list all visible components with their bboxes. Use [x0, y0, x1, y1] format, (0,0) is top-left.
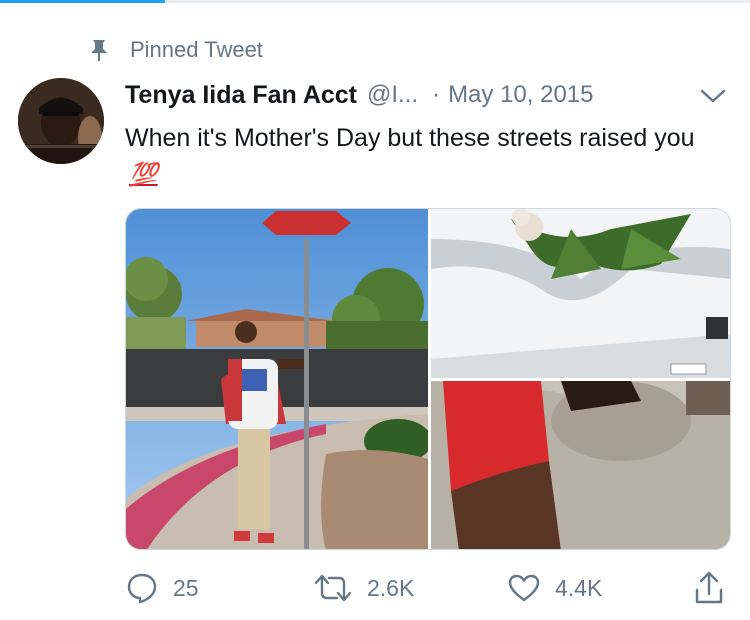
chevron-down-icon[interactable]: [698, 84, 728, 108]
retweet-count: 2.6K: [367, 574, 415, 601]
tweet-header: Tenya Iida Fan Acct @I... · May 10, 2015: [125, 78, 594, 112]
reply-count: 25: [173, 574, 199, 601]
pinned-tweet-label: Pinned Tweet: [130, 37, 263, 62]
active-tab-indicator: [0, 0, 165, 3]
avatar[interactable]: [18, 78, 104, 164]
share-button[interactable]: [693, 566, 725, 610]
separator-dot: ·: [432, 81, 441, 108]
photo-man-at-stop-sign[interactable]: [126, 209, 428, 549]
pinned-tweet-indicator: Pinned Tweet: [88, 36, 263, 64]
like-button[interactable]: 4.4K: [507, 566, 602, 610]
hundred-points-emoji: 💯: [129, 161, 158, 187]
display-name[interactable]: Tenya Iida Fan Acct: [125, 81, 357, 110]
like-count: 4.4K: [555, 574, 603, 601]
media-grid: [125, 208, 731, 550]
tweet-date[interactable]: May 10, 2015: [448, 81, 593, 109]
share-icon: [695, 571, 723, 604]
user-handle[interactable]: @I...: [367, 81, 418, 109]
reply-button[interactable]: 25: [125, 566, 199, 610]
pin-icon: [91, 40, 107, 61]
retweet-icon: [314, 574, 352, 602]
photo-casket-with-flowers[interactable]: [431, 209, 730, 378]
tweet-text: When it's Mother's Day but these streets…: [125, 120, 725, 192]
photo-red-sleeve-arm[interactable]: [431, 381, 730, 549]
tweet-body: When it's Mother's Day but these streets…: [125, 124, 695, 152]
heart-icon: [508, 574, 540, 602]
action-bar: 25 2.6K 4.4K: [125, 566, 735, 610]
reply-icon: [127, 573, 157, 604]
retweet-button[interactable]: 2.6K: [313, 566, 414, 610]
